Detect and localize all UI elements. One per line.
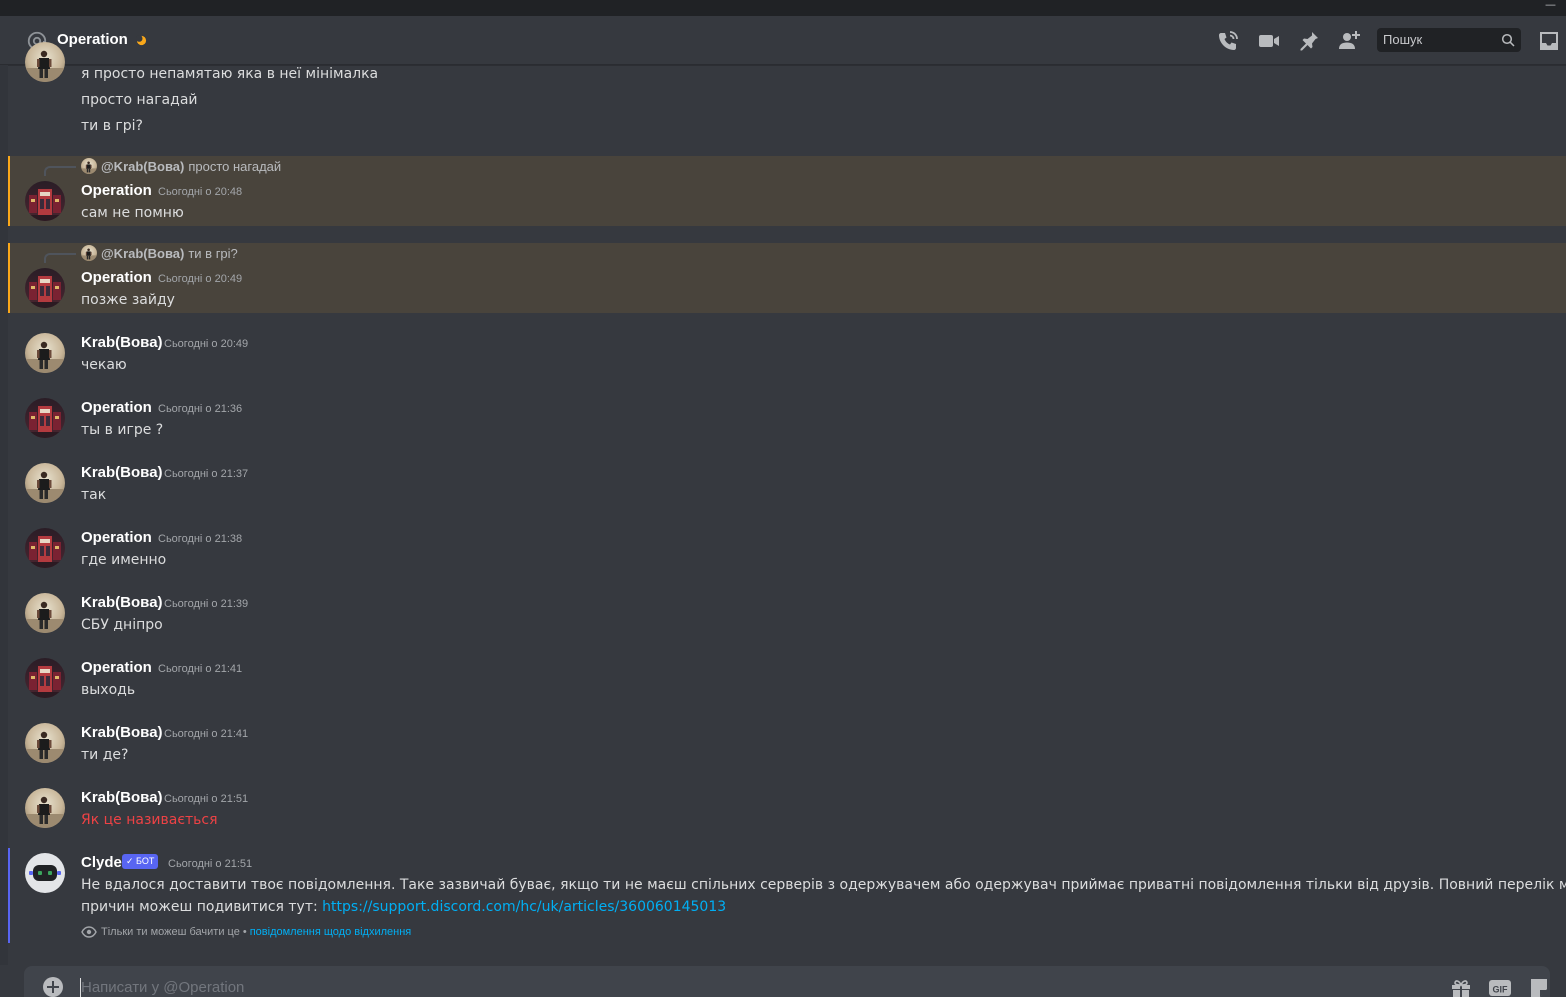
message-timestamp: Сьогодні о 20:48 (158, 186, 243, 198)
message-text: я просто непамятаю яка в неї мінімалка (81, 66, 379, 82)
reply-avatar (81, 158, 97, 174)
reply-preview[interactable]: @Krab(Вова) ти в грі? (81, 245, 238, 261)
channel-header: Operation Пошук (0, 16, 1566, 65)
avatar[interactable] (25, 181, 65, 221)
message-text: где именно (81, 552, 167, 568)
ephemeral-note: Тільки ти можеш бачити це • повідомлення… (81, 926, 411, 938)
message-text: Як це називається (81, 812, 218, 828)
idle-moon-icon (136, 35, 147, 46)
avatar[interactable] (25, 593, 65, 633)
message-timestamp: Сьогодні о 21:36 (158, 403, 243, 415)
inbox-icon[interactable] (1537, 29, 1561, 53)
ephemeral-text: Тільки ти можеш бачити це • (101, 926, 247, 938)
avatar[interactable] (25, 398, 65, 438)
eye-icon (81, 926, 97, 938)
message-author[interactable]: Operation (81, 529, 152, 546)
message-text: просто нагадай (81, 92, 198, 108)
search-bar[interactable]: Пошук (1377, 28, 1521, 52)
message-text: Не вдалося доставити твоє повідомлення. … (81, 877, 1566, 893)
video-call-icon[interactable] (1257, 29, 1281, 53)
add-friend-icon[interactable] (1337, 29, 1361, 53)
message-timestamp: Сьогодні о 21:38 (158, 533, 243, 545)
message-text: ти в грі? (81, 118, 143, 134)
reply-author[interactable]: @Krab(Вова) (101, 246, 184, 261)
left-edge (0, 65, 8, 965)
reply-avatar (81, 245, 97, 261)
avatar[interactable] (25, 42, 65, 82)
gift-icon[interactable] (1449, 976, 1473, 997)
reply-preview[interactable]: @Krab(Вова) просто нагадай (81, 158, 281, 174)
avatar[interactable] (25, 658, 65, 698)
search-input[interactable]: Пошук (1383, 32, 1422, 47)
phone-call-icon[interactable] (1216, 29, 1240, 53)
message-author[interactable]: Operation (81, 182, 152, 199)
minimize-button[interactable]: — (1545, 0, 1556, 10)
message-text: чекаю (81, 357, 127, 373)
avatar[interactable] (25, 268, 65, 308)
message-timestamp: Сьогодні о 21:51 (164, 793, 249, 805)
message-author[interactable]: Krab(Вова) (81, 334, 163, 351)
message-author[interactable]: Clyde (81, 854, 122, 871)
window-titlebar: — (0, 0, 1566, 16)
avatar[interactable] (25, 788, 65, 828)
sticker-icon[interactable] (1527, 976, 1551, 997)
message-text: так (81, 487, 107, 503)
message-timestamp: Сьогодні о 20:49 (158, 273, 243, 285)
message-text: причин можеш подивитися тут: (81, 899, 323, 915)
system-message-bar (8, 848, 10, 943)
message-author[interactable]: Operation (81, 659, 152, 676)
message-author[interactable]: Krab(Вова) (81, 724, 163, 741)
avatar[interactable] (25, 723, 65, 763)
message-input[interactable]: Написати у @Operation (81, 979, 244, 996)
message-text: ты в игре ? (81, 422, 164, 438)
message-author[interactable]: Krab(Вова) (81, 594, 163, 611)
message-timestamp: Сьогодні о 21:51 (168, 858, 253, 870)
avatar[interactable] (25, 528, 65, 568)
bot-badge: ✓ БОТ (122, 854, 159, 869)
message-author[interactable]: Operation (81, 399, 152, 416)
attach-plus-icon[interactable] (42, 976, 64, 997)
search-icon (1501, 33, 1515, 47)
message-text: СБУ дніпро (81, 617, 163, 633)
message-timestamp: Сьогодні о 21:41 (158, 663, 243, 675)
reply-author[interactable]: @Krab(Вова) (101, 159, 184, 174)
support-link[interactable]: https://support.discord.com/hc/uk/articl… (322, 899, 726, 915)
reply-spine (44, 166, 76, 176)
message-author[interactable]: Krab(Вова) (81, 464, 163, 481)
clyde-avatar[interactable] (25, 853, 65, 893)
gif-label: GIF (1493, 985, 1509, 995)
message-author[interactable]: Krab(Вова) (81, 789, 163, 806)
message-author[interactable]: Operation (81, 269, 152, 286)
message-timestamp: Сьогодні о 21:39 (164, 598, 249, 610)
reply-text[interactable]: ти в грі? (188, 246, 237, 261)
pin-icon[interactable] (1297, 29, 1321, 53)
reply-text[interactable]: просто нагадай (188, 159, 281, 174)
message-text-line2: причин можеш подивитися тут: https://sup… (81, 899, 726, 915)
message-text: позже зайду (81, 292, 175, 308)
message-timestamp: Сьогодні о 20:49 (164, 338, 249, 350)
dismiss-link[interactable]: повідомлення щодо відхилення (250, 926, 412, 938)
message-text: ти де? (81, 747, 129, 763)
gif-icon[interactable]: GIF (1488, 976, 1512, 997)
channel-title: Operation (57, 31, 128, 48)
avatar[interactable] (25, 463, 65, 503)
message-text: сам не помню (81, 205, 184, 221)
message-composer[interactable]: Написати у @Operation GIF (24, 966, 1550, 997)
message-text: выходь (81, 682, 136, 698)
message-timestamp: Сьогодні о 21:41 (164, 728, 249, 740)
message-timestamp: Сьогодні о 21:37 (164, 468, 249, 480)
avatar[interactable] (25, 333, 65, 373)
reply-spine (44, 253, 76, 263)
